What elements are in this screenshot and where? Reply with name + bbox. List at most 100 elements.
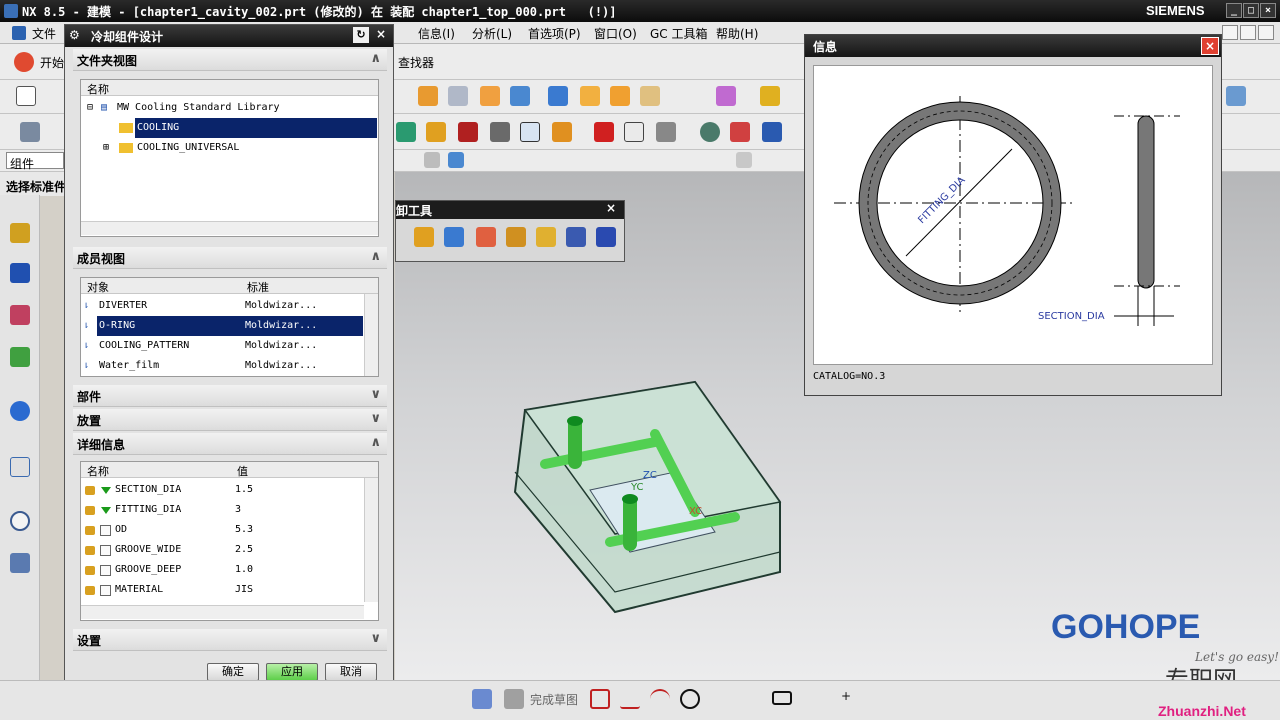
analysis-icon[interactable] xyxy=(1226,86,1246,106)
menu-window[interactable]: 窗口(O) xyxy=(594,25,637,42)
close-window-button[interactable]: × xyxy=(1260,3,1276,18)
eye-icon[interactable] xyxy=(700,122,720,142)
history-icon[interactable] xyxy=(10,457,30,477)
member-row[interactable]: ⇂ COOLING_PATTERN Moldwizar... xyxy=(81,336,363,356)
finish-sketch-label[interactable]: 完成草图 xyxy=(530,691,578,708)
max-doc-button[interactable] xyxy=(1240,25,1256,40)
block-icon[interactable] xyxy=(480,86,500,106)
reset-icon[interactable]: ↻ xyxy=(353,27,369,43)
lock-icon[interactable] xyxy=(85,546,95,555)
menu-preferences[interactable]: 首选项(P) xyxy=(528,25,581,42)
tree-item-library[interactable]: ⊟ ▤ MW Cooling Standard Library xyxy=(81,98,378,118)
finish-sketch-icon[interactable] xyxy=(504,689,524,709)
mold-wizard-icon[interactable] xyxy=(396,122,416,142)
pipe-tool-icon[interactable] xyxy=(414,227,434,247)
menu-analysis[interactable]: 分析(L) xyxy=(472,25,512,42)
detail-row-section-dia[interactable]: SECTION_DIA 1.5 xyxy=(81,480,363,500)
dropdown-icon[interactable] xyxy=(101,507,111,514)
cavity-layout-icon[interactable] xyxy=(458,122,478,142)
view-manager-icon[interactable] xyxy=(656,122,676,142)
part-section[interactable]: 部件 ∨ xyxy=(73,385,387,407)
tree-item-cooling-universal[interactable]: ⊞ COOLING_UNIVERSAL xyxy=(81,138,378,158)
lock-icon[interactable] xyxy=(85,586,95,595)
channel-tool-icon[interactable] xyxy=(444,227,464,247)
member-row[interactable]: ⇂ DIVERTER Moldwizar... xyxy=(81,296,363,316)
chamfer-icon[interactable] xyxy=(610,86,630,106)
collapse-icon[interactable]: ∧ xyxy=(370,51,381,66)
constraint-navigator-icon[interactable] xyxy=(10,263,30,283)
sketch-icon[interactable] xyxy=(472,689,492,709)
detail-row-groove-deep[interactable]: GROOVE_DEEP 1.0 xyxy=(81,560,363,580)
tree-item-cooling[interactable]: COOLING xyxy=(81,118,378,138)
detail-row-od[interactable]: OD 5.3 xyxy=(81,520,363,540)
cooling-tool-icon[interactable] xyxy=(426,122,446,142)
details-vscroll[interactable] xyxy=(364,478,378,602)
details-section[interactable]: 详细信息 ∧ xyxy=(73,433,387,455)
member-view-section[interactable]: 成员视图 ∧ xyxy=(73,247,387,269)
snap-end-icon[interactable] xyxy=(448,152,464,168)
grid-icon[interactable] xyxy=(624,122,644,142)
line-icon[interactable] xyxy=(620,689,640,709)
mold-tools-icon[interactable] xyxy=(716,86,736,106)
cylinder-icon[interactable] xyxy=(510,86,530,106)
expand-icon[interactable]: ∨ xyxy=(370,631,381,646)
detail-row-groove-wide[interactable]: GROOVE_WIDE 2.5 xyxy=(81,540,363,560)
gear-icon[interactable]: ⚙ xyxy=(69,28,80,42)
folder-hscroll[interactable] xyxy=(81,221,378,235)
detail-value[interactable]: 1.5 xyxy=(235,484,253,495)
extend-tool-icon[interactable] xyxy=(476,227,496,247)
member-row[interactable]: ⇂ Water_film Moldwizar... xyxy=(81,356,363,376)
plug-tool-icon[interactable] xyxy=(536,227,556,247)
menu-info[interactable]: 信息(I) xyxy=(418,25,455,42)
finder-label[interactable]: 查找器 xyxy=(398,54,434,71)
ejector-icon[interactable] xyxy=(552,122,572,142)
drawing-icon[interactable] xyxy=(762,122,782,142)
connect-tool-icon[interactable] xyxy=(596,227,616,247)
bom-icon[interactable] xyxy=(730,122,750,142)
dropdown-icon[interactable] xyxy=(101,487,111,494)
detail-value[interactable]: 2.5 xyxy=(235,544,253,555)
settings-section[interactable]: 设置 ∨ xyxy=(73,629,387,651)
menu-help[interactable]: 帮助(H) xyxy=(716,25,758,42)
apply-button[interactable]: 应用 xyxy=(266,663,318,681)
float-toolbar-close-icon[interactable]: × xyxy=(606,201,616,215)
revolve-icon[interactable] xyxy=(448,86,468,106)
folder-view-section[interactable]: 文件夹视图 ∧ xyxy=(73,49,387,71)
close-doc-button[interactable] xyxy=(1258,25,1274,40)
roles-icon[interactable] xyxy=(10,553,30,573)
lock-icon[interactable] xyxy=(85,506,95,515)
assembly-navigator-icon[interactable] xyxy=(10,223,30,243)
placement-section[interactable]: 放置 ∨ xyxy=(73,409,387,431)
detail-row-fitting-dia[interactable]: FITTING_DIA 3 xyxy=(81,500,363,520)
expand-icon[interactable]: ∨ xyxy=(370,411,381,426)
rectangle-icon[interactable] xyxy=(772,691,792,705)
collapse-icon[interactable]: ∧ xyxy=(370,249,381,264)
menu-file[interactable]: 文件 xyxy=(32,25,56,42)
point-icon[interactable]: + xyxy=(836,689,856,709)
minimize-button[interactable]: _ xyxy=(1226,3,1242,18)
detail-value[interactable]: 3 xyxy=(235,504,241,515)
expand-icon[interactable]: ∨ xyxy=(370,387,381,402)
new-sketch-icon[interactable] xyxy=(16,86,36,106)
part-nav-icon[interactable] xyxy=(20,122,40,142)
detail-value[interactable]: 5.3 xyxy=(235,524,253,535)
standard-part-icon[interactable] xyxy=(520,122,540,142)
start-icon[interactable] xyxy=(14,52,34,72)
baffle-tool-icon[interactable] xyxy=(506,227,526,247)
lock-icon[interactable] xyxy=(85,486,95,495)
slider-icon[interactable] xyxy=(594,122,614,142)
fittings-tool-icon[interactable] xyxy=(566,227,586,247)
dialog-close-button[interactable]: × xyxy=(373,27,389,43)
extrude-icon[interactable] xyxy=(418,86,438,106)
lock-icon[interactable] xyxy=(85,526,95,535)
member-vscroll[interactable] xyxy=(364,294,378,376)
menu-gc-toolbox[interactable]: GC 工具箱 xyxy=(650,25,708,42)
web-browser-icon[interactable] xyxy=(10,401,30,421)
circle-icon[interactable] xyxy=(680,689,700,709)
collapse-icon[interactable]: ∧ xyxy=(370,435,381,450)
detail-value[interactable]: JIS xyxy=(235,584,253,595)
member-row-selected[interactable]: ⇂ O-RING Moldwizar... xyxy=(81,316,363,336)
snap-grid-icon[interactable] xyxy=(736,152,752,168)
start-button[interactable]: 开始 xyxy=(40,54,64,71)
ok-button[interactable]: 确定 xyxy=(207,663,259,681)
